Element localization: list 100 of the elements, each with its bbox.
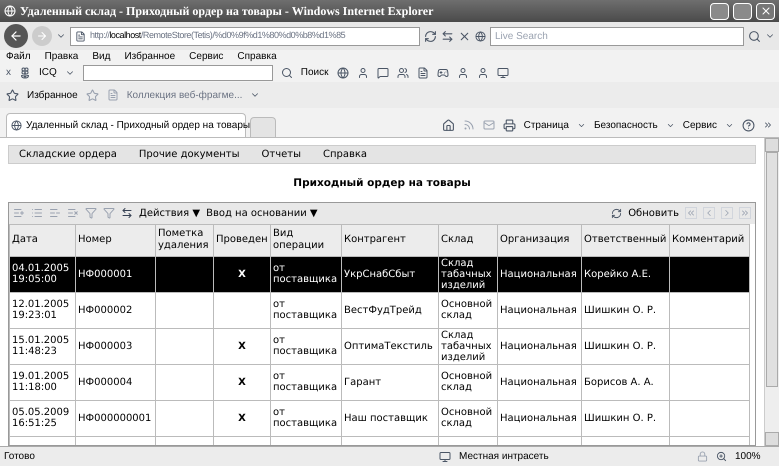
star-icon[interactable] (6, 88, 19, 102)
home-icon[interactable] (442, 118, 455, 132)
menu-item[interactable]: Избранное (124, 49, 176, 64)
help-icon[interactable] (742, 118, 755, 132)
refresh-icon[interactable] (424, 30, 437, 42)
table-cell: Наш поставщик (344, 412, 428, 424)
table-cell: X (238, 412, 246, 424)
menu-item[interactable]: Сервис (189, 49, 224, 64)
table-cell: Склад табачных изделий (441, 258, 492, 291)
zone-text: Местная интрасеть (459, 450, 550, 464)
globe-icon (11, 120, 22, 131)
status-text: Готово (4, 450, 36, 464)
page-menu-item[interactable]: Прочие документы (138, 147, 240, 162)
table-cell: НФ000002 (78, 304, 132, 316)
table-cell: Склад табачных изделий (441, 330, 492, 363)
table-cell: Корейко А.Е. (584, 268, 652, 280)
table-cell: от поставщика (273, 263, 338, 286)
grid-action-menu[interactable]: Действия ▼ (139, 206, 200, 221)
table-cell: НФ000003 (78, 340, 132, 352)
table-cell: 05.05.2009 16:51:25 (12, 407, 70, 430)
search-icon[interactable] (280, 66, 293, 78)
table-cell: УкрСнабСбыт (344, 268, 416, 280)
zoom-icon[interactable] (716, 451, 727, 462)
icq-button[interactable]: ICQ (39, 65, 57, 80)
table-cell: Национальная (500, 268, 577, 280)
favorites-button[interactable]: Избранное (27, 88, 78, 102)
search-field[interactable]: Live Search (490, 26, 744, 46)
menu-item[interactable]: Правка (44, 49, 78, 64)
page-menu-item[interactable]: Складские ордера (19, 147, 117, 162)
print-icon[interactable] (502, 118, 516, 132)
table-cell: НФ000004 (78, 376, 132, 388)
back-button[interactable] (4, 24, 28, 48)
refresh-icon[interactable] (611, 208, 622, 219)
table-cell: 15.01.2005 11:48:23 (12, 335, 70, 358)
table-cell: X (238, 376, 246, 388)
table-cell: Национальная (500, 340, 577, 352)
table-cell: Шишкин О. Р. (584, 340, 656, 352)
document-icon[interactable] (416, 66, 428, 78)
scrollbar[interactable] (764, 138, 779, 446)
table-cell: Основной склад (441, 299, 492, 322)
globe-icon[interactable] (336, 66, 348, 78)
browser-icon (4, 5, 16, 17)
page-menu-item[interactable]: Отчеты (262, 147, 301, 162)
monitor-icon[interactable] (496, 66, 508, 78)
grid-action-menu[interactable]: Ввод на основании ▼ (206, 206, 318, 221)
table-cell: X (238, 268, 246, 280)
table-cell: от поставщика (273, 335, 338, 358)
window-title: Удаленный склад - Приходный ордер на товары - Windows Internet Explorer (20, 3, 434, 20)
minimize-button[interactable] (710, 2, 729, 20)
table-cell: 12.01.2005 19:23:01 (12, 299, 70, 322)
address-field[interactable]: http://localhost/RemoteStore(Tetis)/%d0%9f%d1%80%d0%b8%d1%85 (70, 26, 420, 46)
table-cell: Национальная (500, 376, 577, 388)
zoom-level[interactable]: 100% (735, 449, 775, 464)
table-cell: Основной склад (441, 371, 492, 394)
command-menu[interactable]: Сервис (682, 118, 717, 132)
search-icon[interactable] (748, 30, 761, 42)
table-cell: ОптимаТекстиль (344, 340, 433, 352)
gallery-link[interactable]: Коллекция веб-фрагме... (126, 88, 242, 102)
refresh-button[interactable]: Обновить (628, 206, 679, 221)
table-cell: от поставщика (273, 299, 338, 322)
command-menu[interactable]: Страница (524, 118, 569, 132)
table-cell: ВестФудТрейд (344, 304, 422, 316)
table-cell: X (238, 340, 246, 352)
page-title: Приходный ордер на товары (292, 176, 472, 191)
search-button[interactable]: Поиск (300, 65, 328, 80)
stop-icon[interactable] (458, 30, 471, 42)
table-cell: Шишкин О. Р. (584, 304, 656, 316)
table-cell: 04.01.2005 19:05:00 (12, 263, 70, 286)
arrow-right-icon (36, 30, 48, 42)
table-cell: Гарант (344, 376, 382, 388)
table-cell: Национальная (500, 304, 577, 316)
menu-item[interactable]: Вид (92, 49, 110, 64)
menu-item[interactable]: Справка (237, 49, 277, 64)
flower-icon[interactable] (19, 66, 31, 78)
gamepad-icon[interactable] (436, 66, 448, 78)
table-cell: НФ000000001 (78, 412, 152, 424)
toolbar-search-field[interactable] (82, 64, 273, 80)
network-icon (439, 450, 451, 462)
close-icon (760, 5, 772, 17)
more-icon[interactable] (763, 120, 773, 130)
maximize-button[interactable] (733, 2, 752, 20)
user-icon[interactable] (476, 66, 488, 78)
table-cell: 19.01.2005 11:18:00 (12, 371, 70, 394)
table-cell: Борисов А. А. (584, 376, 654, 388)
table-cell: от поставщика (273, 371, 338, 394)
user-icon[interactable] (456, 66, 468, 78)
toolbar-close-button[interactable]: x (6, 65, 11, 80)
command-menu[interactable]: Безопасность (594, 118, 658, 132)
menu-item[interactable]: Файл (6, 49, 31, 64)
chat-icon[interactable] (376, 66, 388, 78)
close-button[interactable] (756, 2, 775, 20)
table-cell: Шишкин О. Р. (584, 412, 656, 424)
table-cell: от поставщика (273, 407, 338, 430)
page-icon (75, 30, 86, 42)
user-icon[interactable] (356, 66, 368, 78)
table-cell: Национальная (500, 412, 577, 424)
users-icon[interactable] (396, 66, 408, 78)
table-cell: НФ000001 (78, 268, 132, 280)
table-cell: Основной склад (441, 407, 492, 430)
page-menu-item[interactable]: Справка (323, 147, 368, 162)
